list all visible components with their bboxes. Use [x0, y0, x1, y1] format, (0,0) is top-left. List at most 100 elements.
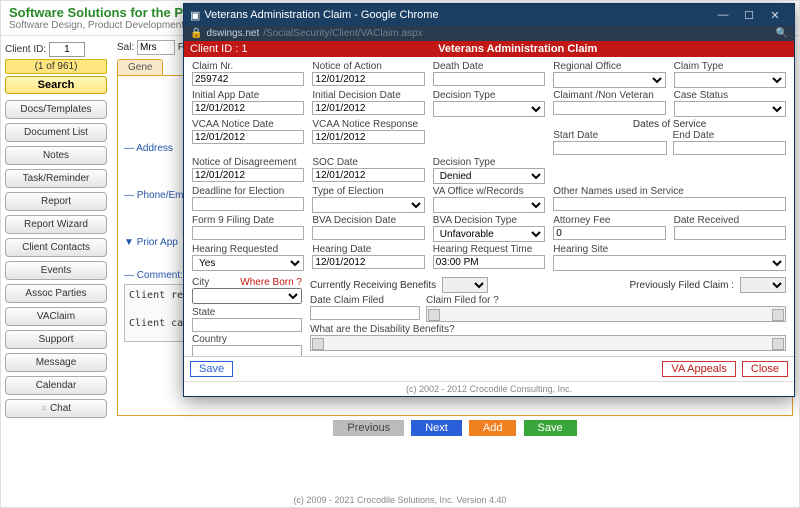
save-main-button[interactable]: Save	[524, 420, 577, 436]
nav-vaclaim[interactable]: VAClaim	[5, 307, 107, 326]
where-born-label: Where Born ?	[240, 277, 302, 288]
tab-general[interactable]: Gene	[117, 59, 163, 75]
next-button[interactable]: Next	[411, 420, 462, 436]
date-claim-filed-label: Date Claim Filed	[310, 295, 420, 306]
dates-of-service-group: Dates of Service Start Date End Date	[553, 119, 786, 155]
nav-message[interactable]: Message	[5, 353, 107, 372]
date-claim-filed-input[interactable]	[310, 306, 420, 320]
nav-notes[interactable]: Notes	[5, 146, 107, 165]
initial-app-date-label: Initial App Date	[192, 90, 304, 101]
hearing-request-time-label: Hearing Request Time	[433, 244, 545, 255]
decision-type-select[interactable]	[433, 101, 545, 117]
state-input[interactable]	[192, 318, 302, 332]
case-status-select[interactable]	[674, 101, 786, 117]
modal-save-button[interactable]: Save	[190, 361, 233, 377]
client-id-input[interactable]	[49, 42, 85, 57]
va-appeals-button[interactable]: VA Appeals	[662, 361, 735, 377]
hearing-request-time-input[interactable]	[433, 255, 545, 269]
lock-icon: 🔒	[190, 28, 202, 39]
sal-input[interactable]	[137, 40, 175, 55]
nav-assoc-parties[interactable]: Assoc Parties	[5, 284, 107, 303]
search-button[interactable]: Search	[5, 76, 107, 94]
modal-titlebar[interactable]: ▣ Veterans Administration Claim - Google…	[184, 4, 794, 26]
initial-decision-date-input[interactable]	[312, 101, 424, 115]
hearing-date-label: Hearing Date	[312, 244, 424, 255]
country-input[interactable]	[192, 345, 302, 356]
bva-decision-type-select[interactable]: Unfavorable	[433, 226, 545, 242]
attorney-fee-input[interactable]	[553, 226, 665, 240]
vcaa-notice-response-input[interactable]	[312, 130, 424, 144]
nav-docs-templates[interactable]: Docs/Templates	[5, 100, 107, 119]
nav-events[interactable]: Events	[5, 261, 107, 280]
decision-type2-select[interactable]: Denied	[433, 168, 545, 184]
deadline-for-election-input[interactable]	[192, 197, 304, 211]
minimize-icon[interactable]: —	[710, 7, 736, 23]
modal-red-header: Client ID : 1 Veterans Administration Cl…	[184, 41, 794, 57]
type-of-election-label: Type of Election	[312, 186, 424, 197]
currently-receiving-benefits-label: Currently Receiving Benefits	[310, 280, 436, 291]
date-received-input[interactable]	[674, 226, 786, 240]
form9-date-label: Form 9 Filing Date	[192, 215, 304, 226]
start-date-input[interactable]	[553, 141, 666, 155]
claimant-non-veteran-input[interactable]	[553, 101, 665, 115]
regional-office-select[interactable]	[553, 72, 665, 88]
maximize-icon[interactable]: ☐	[736, 7, 762, 23]
date-received-label: Date Received	[674, 215, 786, 226]
bva-decision-type-label: BVA Decision Type	[433, 215, 545, 226]
country-label: Country	[192, 334, 302, 345]
city-select[interactable]	[192, 288, 302, 304]
nav-client-contacts[interactable]: Client Contacts	[5, 238, 107, 257]
other-names-label: Other Names used in Service	[553, 186, 786, 197]
nav-report-wizard[interactable]: Report Wizard	[5, 215, 107, 234]
notice-of-disagreement-input[interactable]	[192, 168, 304, 182]
hearing-date-input[interactable]	[312, 255, 424, 269]
nav-document-list[interactable]: Document List	[5, 123, 107, 142]
modal-body: Claim Nr. Notice of Action Death Date Re…	[184, 57, 794, 356]
modal-url-bar: 🔒 dswings.net/SocialSecurity/Client/VACl…	[184, 26, 794, 41]
claim-type-select[interactable]	[674, 72, 786, 88]
city-label: City	[192, 277, 236, 288]
initial-app-date-input[interactable]	[192, 101, 304, 115]
previously-filed-claim-select[interactable]	[740, 277, 786, 293]
va-office-w-records-select[interactable]	[433, 197, 545, 213]
disability-benefits-scroll[interactable]	[310, 335, 786, 351]
nav-calendar[interactable]: Calendar	[5, 376, 107, 395]
modal-window-title: Veterans Administration Claim - Google C…	[204, 9, 710, 21]
currently-receiving-benefits-select[interactable]	[442, 277, 488, 293]
nav-support[interactable]: Support	[5, 330, 107, 349]
dates-of-service-label: Dates of Service	[553, 119, 786, 130]
claim-filed-for-scroll[interactable]	[426, 306, 786, 322]
nav-report[interactable]: Report	[5, 192, 107, 211]
claim-filed-for-label: Claim Filed for ?	[426, 295, 786, 306]
case-status-label: Case Status	[674, 90, 786, 101]
vcaa-notice-date-input[interactable]	[192, 130, 304, 144]
zoom-icon[interactable]: 🔍	[776, 28, 788, 39]
previous-button[interactable]: Previous	[333, 420, 404, 436]
modal-close-button[interactable]: Close	[742, 361, 788, 377]
type-of-election-select[interactable]	[312, 197, 424, 213]
sidebar: Client ID: (1 of 961) Search Docs/Templa…	[1, 36, 111, 482]
claimant-non-veteran-label: Claimant /Non Veteran	[553, 90, 665, 101]
close-window-icon[interactable]: ✕	[762, 7, 788, 23]
hearing-site-select[interactable]	[553, 255, 786, 271]
record-counter: (1 of 961)	[5, 59, 107, 74]
hearing-requested-label: Hearing Requested	[192, 244, 304, 255]
url-host: dswings.net	[206, 28, 259, 39]
bva-decision-date-input[interactable]	[312, 226, 424, 240]
hearing-requested-select[interactable]: Yes	[192, 255, 304, 271]
claim-nr-input[interactable]	[192, 72, 304, 86]
other-names-input[interactable]	[553, 197, 786, 211]
add-button[interactable]: Add	[469, 420, 517, 436]
death-date-label: Death Date	[433, 61, 545, 72]
form9-date-input[interactable]	[192, 226, 304, 240]
notice-of-action-input[interactable]	[312, 72, 424, 86]
end-date-input[interactable]	[673, 141, 786, 155]
previously-filed-claim-label: Previously Filed Claim :	[630, 280, 734, 291]
death-date-input[interactable]	[433, 72, 545, 86]
notice-of-disagreement-label: Notice of Disagreement	[192, 157, 304, 168]
nav-task-reminder[interactable]: Task/Reminder	[5, 169, 107, 188]
nav-chat[interactable]: Chat	[5, 399, 107, 418]
modal-header-left: Client ID : 1	[190, 43, 247, 55]
soc-date-input[interactable]	[312, 168, 424, 182]
chrome-favicon-icon: ▣	[190, 9, 200, 22]
